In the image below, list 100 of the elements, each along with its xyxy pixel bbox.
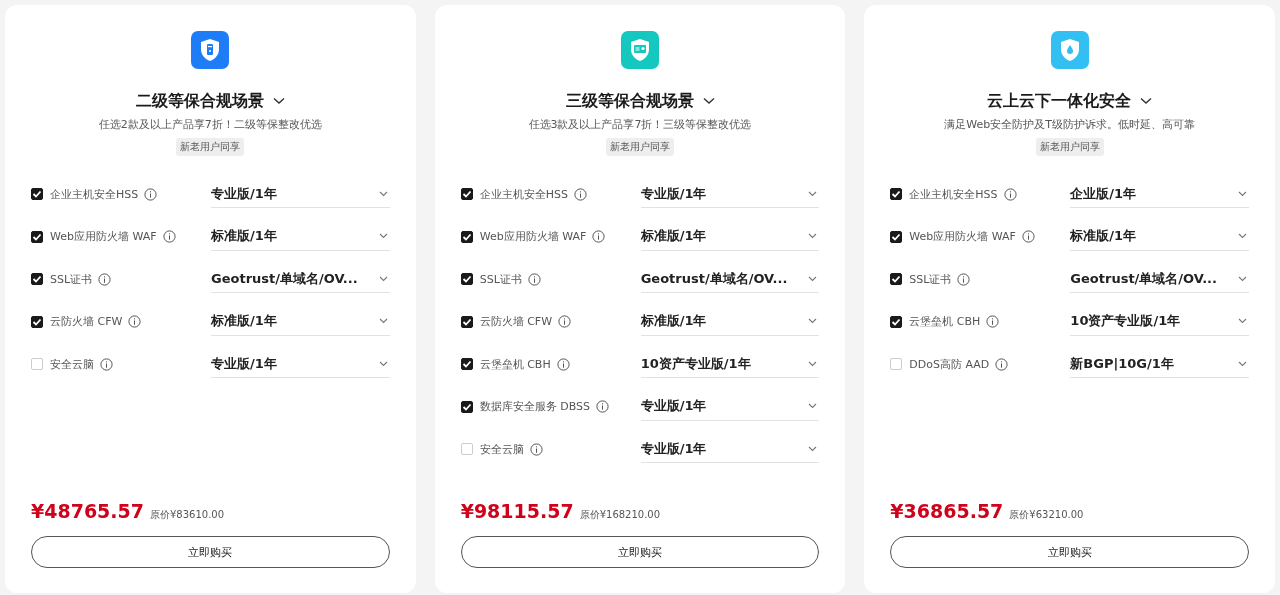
chevron-down-icon [808, 318, 818, 325]
product-label: 云堡垒机 CBH [909, 314, 981, 330]
chevron-down-icon [378, 275, 388, 282]
chevron-down-icon [808, 190, 818, 197]
chevron-down-icon [808, 233, 818, 240]
original-price: 原价¥63210.00 [1009, 508, 1084, 522]
edition-dropdown[interactable]: Geotrust/单域名/OV... [640, 265, 820, 294]
chevron-down-icon [808, 403, 818, 410]
edition-dropdown[interactable]: 标准版/1年 [640, 222, 820, 251]
discount-price: ¥48765.57 [31, 500, 144, 522]
edition-dropdown[interactable]: 专业版/1年 [640, 180, 820, 209]
original-price: 原价¥168210.00 [579, 508, 661, 522]
plan-title[interactable]: 二级等保合规场景 [135, 90, 264, 112]
product-label: Web应用防火墙 WAF [909, 229, 1016, 245]
product-label: 安全云脑 [479, 441, 524, 457]
product-label: Web应用防火墙 WAF [50, 229, 157, 245]
chevron-down-icon [808, 445, 818, 452]
chevron-down-icon [378, 318, 388, 325]
checkbox[interactable] [460, 315, 473, 328]
product-label: 云堡垒机 CBH [479, 356, 551, 372]
info-icon[interactable] [995, 357, 1009, 371]
checkbox[interactable] [890, 188, 903, 201]
chevron-down-icon[interactable] [1140, 97, 1153, 105]
edition-dropdown[interactable]: 标准版/1年 [640, 307, 820, 336]
chevron-down-icon [1238, 233, 1247, 240]
user-tag: 新老用户同享 [176, 138, 245, 156]
plan-title[interactable]: 三级等保合规场景 [565, 90, 694, 112]
product-label: 企业主机安全HSS [909, 186, 998, 202]
plan-title[interactable]: 云上云下一体化安全 [987, 90, 1132, 112]
buy-now-button[interactable]: 立即购买 [890, 536, 1249, 568]
chevron-down-icon [378, 360, 388, 367]
checkbox[interactable] [460, 230, 473, 243]
info-icon[interactable] [556, 357, 570, 371]
edition-dropdown[interactable]: 专业版/1年 [211, 350, 390, 379]
info-icon[interactable] [558, 315, 572, 329]
discount-price: ¥36865.57 [890, 500, 1004, 522]
chevron-down-icon [1238, 275, 1247, 282]
chevron-down-icon [1238, 318, 1247, 325]
info-icon[interactable] [144, 187, 158, 201]
discount-price: ¥98115.57 [460, 500, 574, 522]
checkbox[interactable] [460, 400, 473, 413]
edition-dropdown[interactable]: 新BGP|10G/1年 [1070, 350, 1249, 379]
plan-description: 任选2款及以上产品享7折！二级等保整改优选 [98, 117, 322, 132]
original-price: 原价¥83610.00 [150, 508, 225, 522]
edition-dropdown[interactable]: 专业版/1年 [640, 435, 820, 464]
info-icon[interactable] [986, 315, 1000, 329]
info-icon[interactable] [98, 272, 112, 286]
checkbox[interactable] [31, 273, 43, 286]
product-label: Web应用防火墙 WAF [479, 229, 587, 245]
edition-dropdown[interactable]: 标准版/1年 [1070, 222, 1249, 251]
info-icon[interactable] [957, 272, 971, 286]
product-label: SSL证书 [50, 271, 93, 287]
edition-dropdown[interactable]: Geotrust/单域名/OV... [1070, 265, 1249, 294]
edition-dropdown[interactable]: Geotrust/单域名/OV... [211, 265, 390, 294]
checkbox[interactable] [890, 273, 903, 286]
buy-now-button[interactable]: 立即购买 [460, 536, 820, 568]
info-icon[interactable] [1021, 230, 1035, 244]
chevron-down-icon[interactable] [702, 97, 715, 105]
edition-dropdown[interactable]: 专业版/1年 [211, 180, 390, 209]
chevron-down-icon [378, 190, 388, 197]
info-icon[interactable] [128, 315, 142, 329]
product-label: SSL证书 [479, 271, 522, 287]
chevron-down-icon[interactable] [272, 97, 285, 105]
chevron-down-icon [808, 360, 818, 367]
product-label: 云防火墙 CFW [50, 314, 123, 330]
product-label: 企业主机安全HSS [479, 186, 568, 202]
checkbox[interactable] [460, 273, 473, 286]
product-label: DDoS高防 AAD [909, 356, 990, 372]
edition-dropdown[interactable]: 专业版/1年 [640, 392, 820, 421]
buy-now-button[interactable]: 立即购买 [31, 536, 390, 568]
product-label: 安全云脑 [50, 356, 94, 372]
user-tag: 新老用户同享 [606, 138, 674, 156]
checkbox[interactable] [31, 230, 43, 243]
checkbox[interactable] [890, 230, 903, 243]
checkbox[interactable] [460, 188, 473, 201]
edition-dropdown[interactable]: 标准版/1年 [211, 222, 390, 251]
checkbox[interactable] [31, 188, 43, 201]
checkbox[interactable] [460, 358, 473, 371]
info-icon[interactable] [529, 442, 543, 456]
info-icon[interactable] [162, 230, 176, 244]
product-label: 云防火墙 CFW [479, 314, 553, 330]
edition-dropdown[interactable]: 企业版/1年 [1070, 180, 1249, 209]
chevron-down-icon [1238, 190, 1247, 197]
product-label: 数据库安全服务 DBSS [479, 399, 590, 415]
info-icon[interactable] [595, 400, 609, 414]
chevron-down-icon [808, 275, 818, 282]
info-icon[interactable] [1003, 187, 1017, 201]
product-label: 企业主机安全HSS [50, 186, 139, 202]
chevron-down-icon [1238, 360, 1247, 367]
edition-dropdown[interactable]: 10资产专业版/1年 [640, 350, 820, 379]
info-icon[interactable] [592, 230, 606, 244]
info-icon[interactable] [100, 357, 113, 371]
edition-dropdown[interactable]: 标准版/1年 [211, 307, 390, 336]
info-icon[interactable] [573, 187, 587, 201]
info-icon[interactable] [527, 272, 541, 286]
plan-description: 满足Web安全防护及T级防护诉求。低时延、高可靠 [944, 117, 1196, 132]
edition-dropdown[interactable]: 10资产专业版/1年 [1070, 307, 1249, 336]
checkbox[interactable] [890, 315, 903, 328]
checkbox[interactable] [31, 315, 43, 328]
plan-description: 任选3款及以上产品享7折！三级等保整改优选 [528, 117, 752, 132]
